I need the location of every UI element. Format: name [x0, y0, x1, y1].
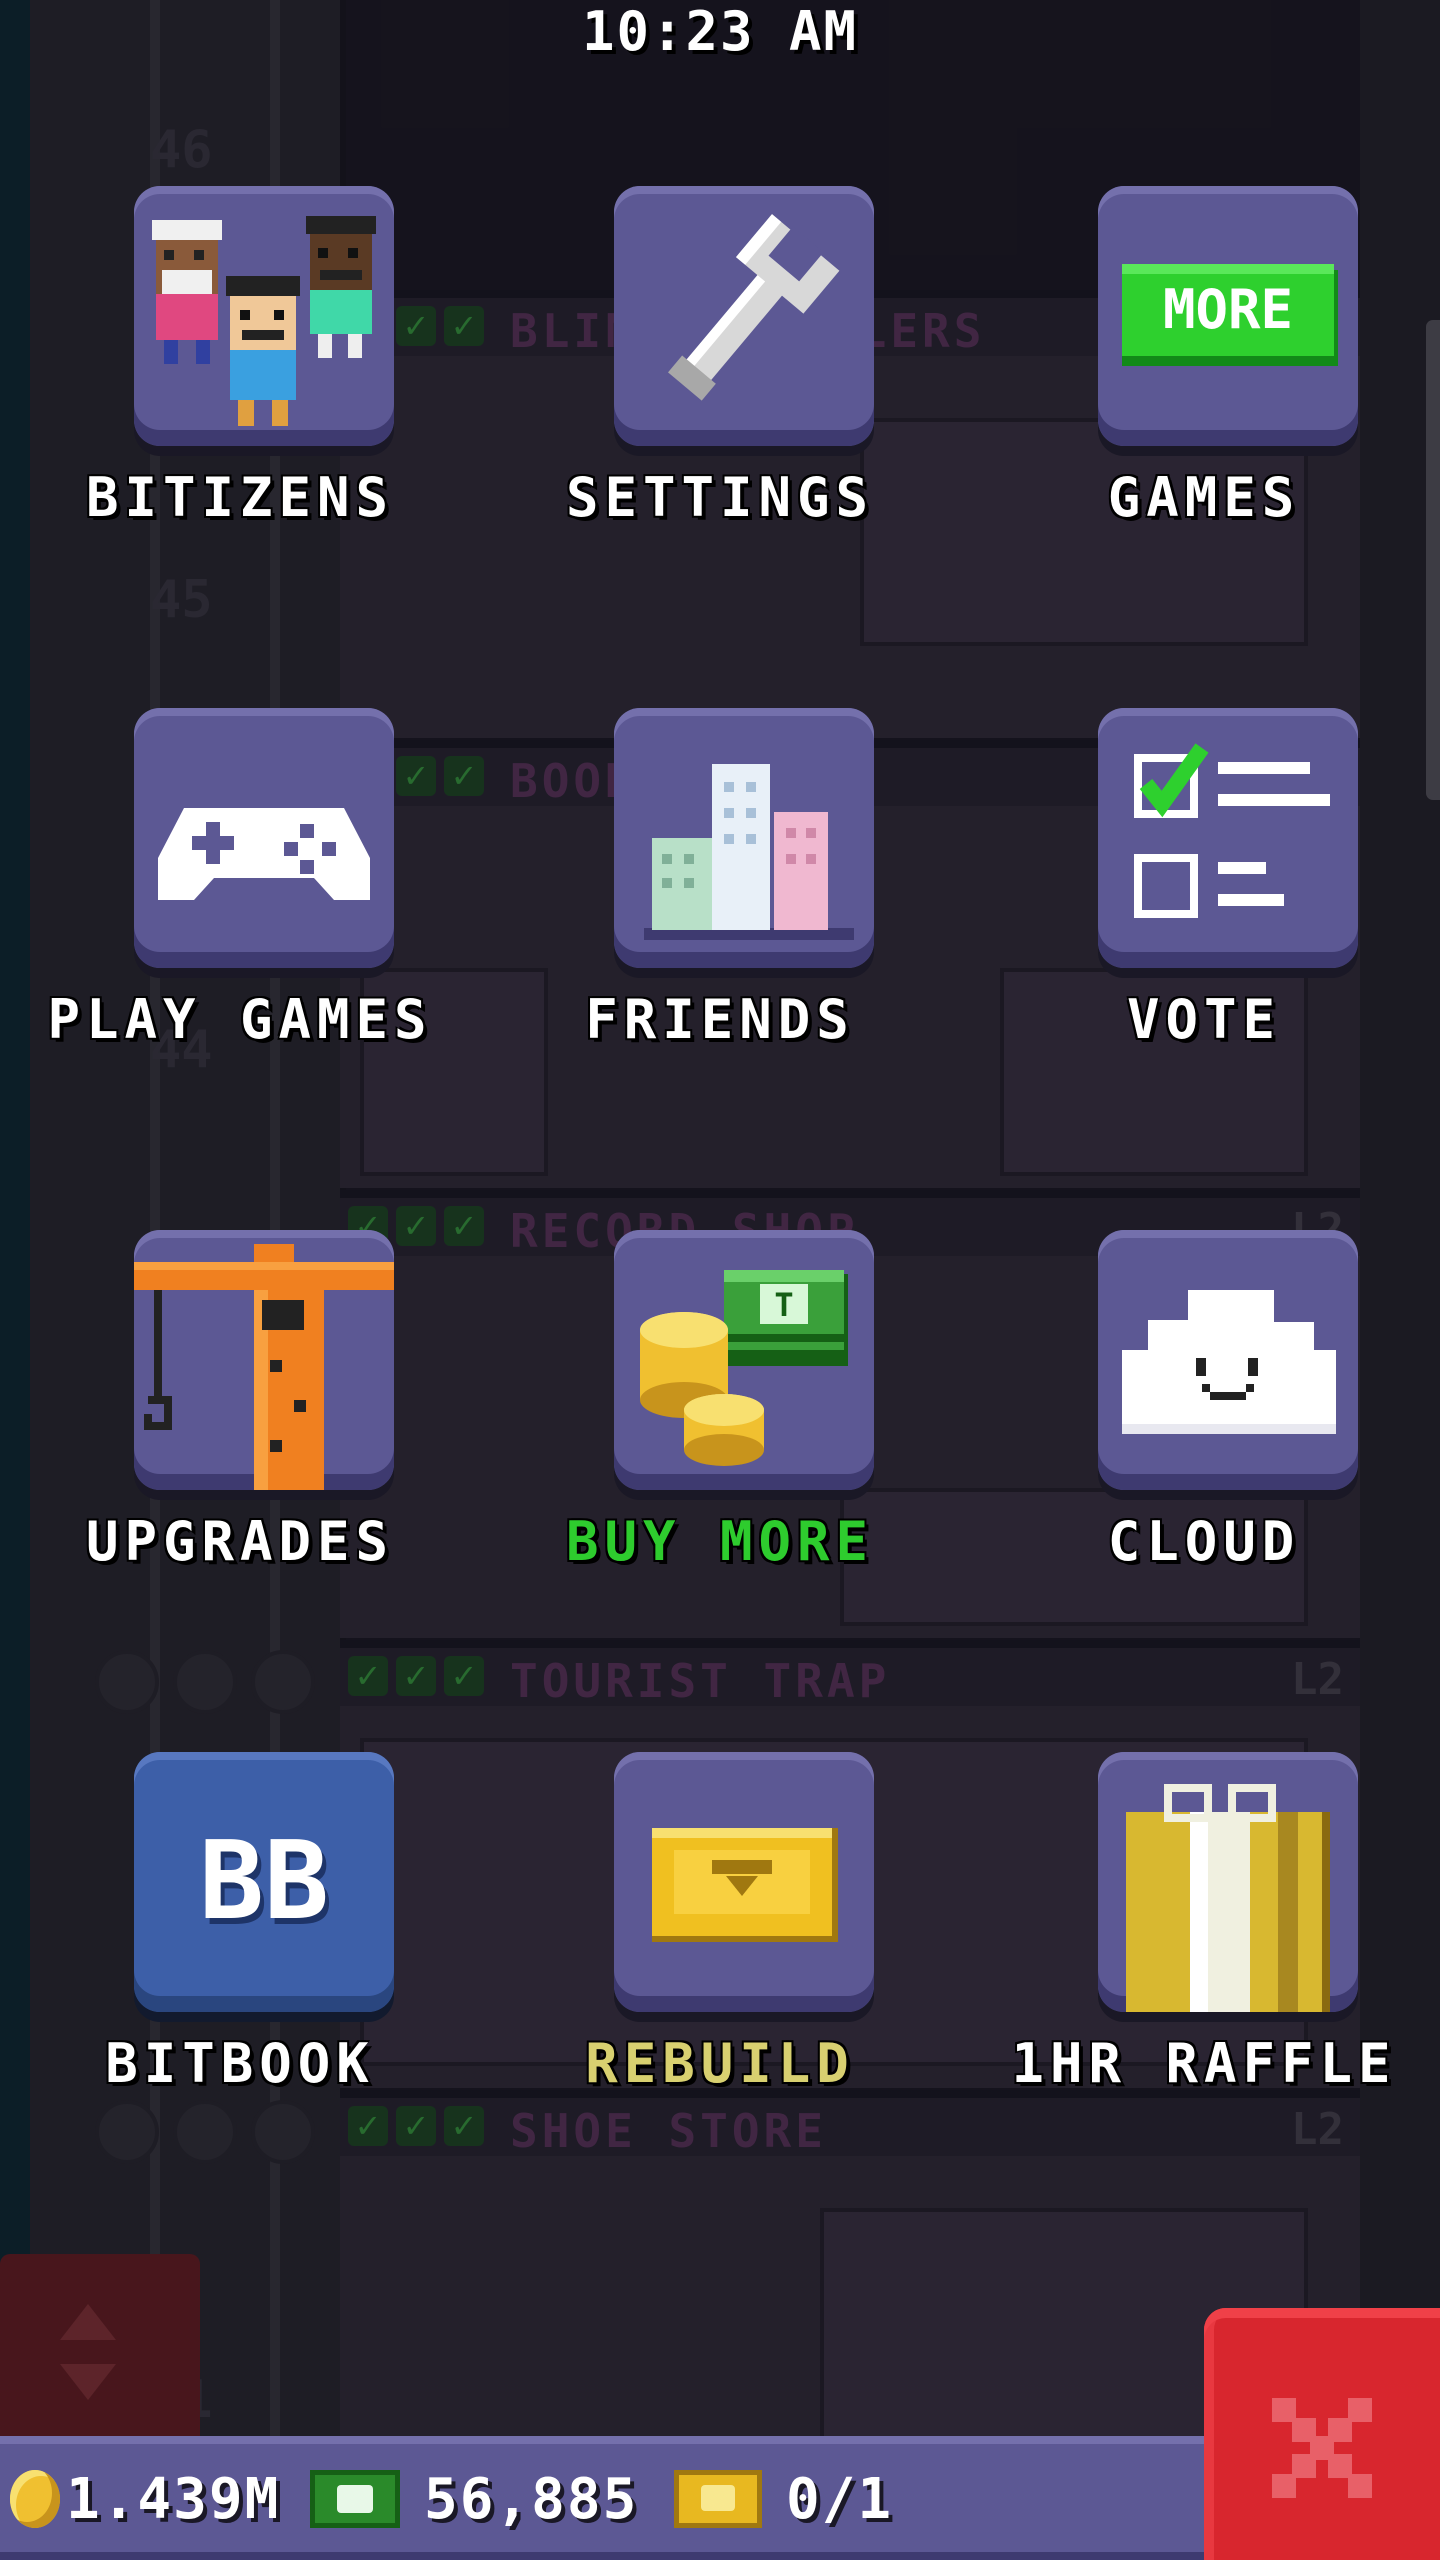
menu-label: GAMES: [1107, 466, 1301, 529]
gamepad-icon: [158, 808, 370, 900]
menu-item-play-games[interactable]: PLAY GAMES: [0, 708, 482, 1128]
tickets-value: 0/1: [786, 2466, 894, 2532]
bux-value: 56,885: [424, 2466, 639, 2532]
menu-item-vote[interactable]: VOTE: [962, 708, 1440, 1128]
menu-item-buy-more[interactable]: T BUY MORE: [478, 1230, 962, 1650]
more-games-icon: MORE: [1122, 264, 1338, 366]
menu-tile[interactable]: MORE: [1098, 186, 1358, 446]
wrench-icon: [668, 214, 840, 401]
menu-label: REBUILD: [585, 2032, 855, 2095]
menu-tile[interactable]: BB BB: [134, 1752, 394, 2012]
menu-tile[interactable]: [134, 708, 394, 968]
menu-item-cloud[interactable]: CLOUD: [962, 1230, 1440, 1650]
menu-label: PLAY GAMES: [47, 988, 433, 1051]
coins-value: 1.439M: [66, 2466, 281, 2532]
tickets-display: 0/1: [674, 2454, 893, 2544]
menu-label: BITBOOK: [105, 2032, 375, 2095]
close-icon: [1272, 2398, 1372, 2498]
menu-item-friends[interactable]: FRIENDS: [478, 708, 962, 1128]
menu-tile[interactable]: [134, 1230, 394, 1490]
menu-label: FRIENDS: [585, 988, 855, 1051]
menu-label: 1HR RAFFLE: [1011, 2032, 1397, 2095]
menu-label: BITIZENS: [85, 466, 395, 529]
menu-item-upgrades[interactable]: UPGRADES: [0, 1230, 482, 1650]
menu-item-raffle[interactable]: 1HR RAFFLE: [962, 1752, 1440, 2172]
menu-item-rebuild[interactable]: REBUILD: [478, 1752, 962, 2172]
menu-item-games[interactable]: MORE GAMES: [962, 186, 1440, 606]
gift-icon: [1126, 1784, 1330, 2012]
towers-icon: [644, 764, 854, 940]
bux-display: 56,885: [310, 2454, 638, 2544]
menu-tile[interactable]: [614, 186, 874, 446]
crane-icon: [134, 1244, 394, 1490]
bux-icon: [310, 2470, 400, 2528]
coins-display: 1.439M: [10, 2454, 280, 2544]
menu-label: BUY MORE: [565, 1510, 875, 1573]
main-menu: BITIZENS SETTINGS MORE GAMES PLAY GAMES …: [0, 0, 1440, 2450]
checklist-icon: [1134, 743, 1330, 918]
menu-label: VOTE: [1126, 988, 1282, 1051]
menu-label: SETTINGS: [565, 466, 875, 529]
bitizens-icon: [152, 216, 376, 426]
coin-icon: [10, 2470, 60, 2528]
bux-symbol: T: [774, 1286, 793, 1324]
menu-tile[interactable]: [1098, 1230, 1358, 1490]
cloud-icon: [1122, 1290, 1336, 1434]
ticket-icon: [674, 2470, 762, 2528]
menu-label: CLOUD: [1107, 1510, 1301, 1573]
menu-item-bitizens[interactable]: BITIZENS: [0, 186, 482, 606]
bitbook-text: BB: [199, 1819, 329, 1944]
menu-tile[interactable]: T: [614, 1230, 874, 1490]
bitbook-icon: BB BB: [199, 1819, 333, 1950]
golden-ticket-icon: [652, 1828, 838, 1942]
more-games-text: MORE: [1163, 278, 1293, 341]
menu-tile[interactable]: [1098, 1752, 1358, 2012]
menu-label: UPGRADES: [85, 1510, 395, 1573]
close-button[interactable]: [1204, 2308, 1440, 2560]
menu-tile[interactable]: [1098, 708, 1358, 968]
menu-tile[interactable]: [614, 708, 874, 968]
menu-tile[interactable]: [134, 186, 394, 446]
coins-and-bux-icon: T: [640, 1270, 848, 1466]
menu-item-bitbook[interactable]: BB BB BITBOOK: [0, 1752, 482, 2172]
menu-item-settings[interactable]: SETTINGS: [478, 186, 962, 606]
menu-tile[interactable]: [614, 1752, 874, 2012]
